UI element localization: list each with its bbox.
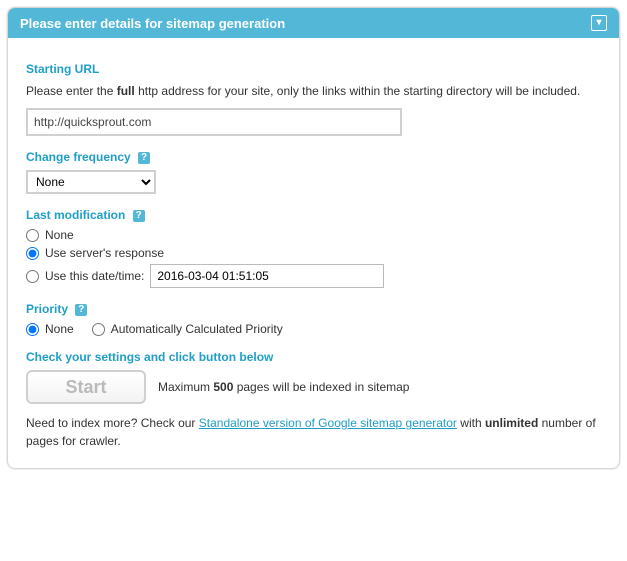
priority-auto-radio[interactable] <box>92 323 105 336</box>
note-text: Maximum <box>158 380 213 394</box>
desc-text: Please enter the <box>26 84 117 98</box>
starting-url-input[interactable] <box>26 108 402 136</box>
starting-url-description: Please enter the full http address for y… <box>26 82 601 100</box>
start-button[interactable]: Start <box>26 370 146 404</box>
change-frequency-select[interactable]: None <box>26 170 156 194</box>
priority-none-radio[interactable] <box>26 323 39 336</box>
heading-text: Change frequency <box>26 150 131 164</box>
note-bold: 500 <box>213 380 233 394</box>
help-icon[interactable]: ? <box>75 304 87 316</box>
note-text: Need to index more? Check our <box>26 416 199 430</box>
help-icon[interactable]: ? <box>133 210 145 222</box>
desc-text: http address for your site, only the lin… <box>135 84 581 98</box>
priority-heading: Priority ? <box>26 302 601 316</box>
priority-none-label[interactable]: None <box>45 322 74 336</box>
panel-header: Please enter details for sitemap generat… <box>8 8 619 38</box>
sitemap-panel: Please enter details for sitemap generat… <box>7 7 620 469</box>
desc-bold: full <box>117 84 135 98</box>
change-frequency-heading: Change frequency ? <box>26 150 601 164</box>
heading-text: Priority <box>26 302 68 316</box>
lastmod-date-input[interactable] <box>150 264 384 288</box>
panel-body: Starting URL Please enter the full http … <box>8 38 619 468</box>
lastmod-date-radio[interactable] <box>26 270 39 283</box>
lastmod-date-label[interactable]: Use this date/time: <box>45 269 144 283</box>
heading-text: Last modification <box>26 208 125 222</box>
footer-note: Need to index more? Check our Standalone… <box>26 414 601 450</box>
lastmod-server-label[interactable]: Use server's response <box>45 246 164 260</box>
start-note: Maximum 500 pages will be indexed in sit… <box>158 380 409 394</box>
last-modification-heading: Last modification ? <box>26 208 601 222</box>
note-bold: unlimited <box>485 416 538 430</box>
priority-auto-label[interactable]: Automatically Calculated Priority <box>111 322 283 336</box>
note-text: pages will be indexed in sitemap <box>233 380 409 394</box>
note-text: with <box>457 416 485 430</box>
starting-url-heading: Starting URL <box>26 62 601 76</box>
standalone-link[interactable]: Standalone version of Google sitemap gen… <box>199 416 457 430</box>
start-heading: Check your settings and click button bel… <box>26 350 601 364</box>
lastmod-server-radio[interactable] <box>26 247 39 260</box>
lastmod-none-label[interactable]: None <box>45 228 74 242</box>
help-icon[interactable]: ? <box>138 152 150 164</box>
lastmod-none-radio[interactable] <box>26 229 39 242</box>
collapse-toggle-icon[interactable]: ▾ <box>591 15 607 31</box>
panel-title: Please enter details for sitemap generat… <box>20 16 285 31</box>
